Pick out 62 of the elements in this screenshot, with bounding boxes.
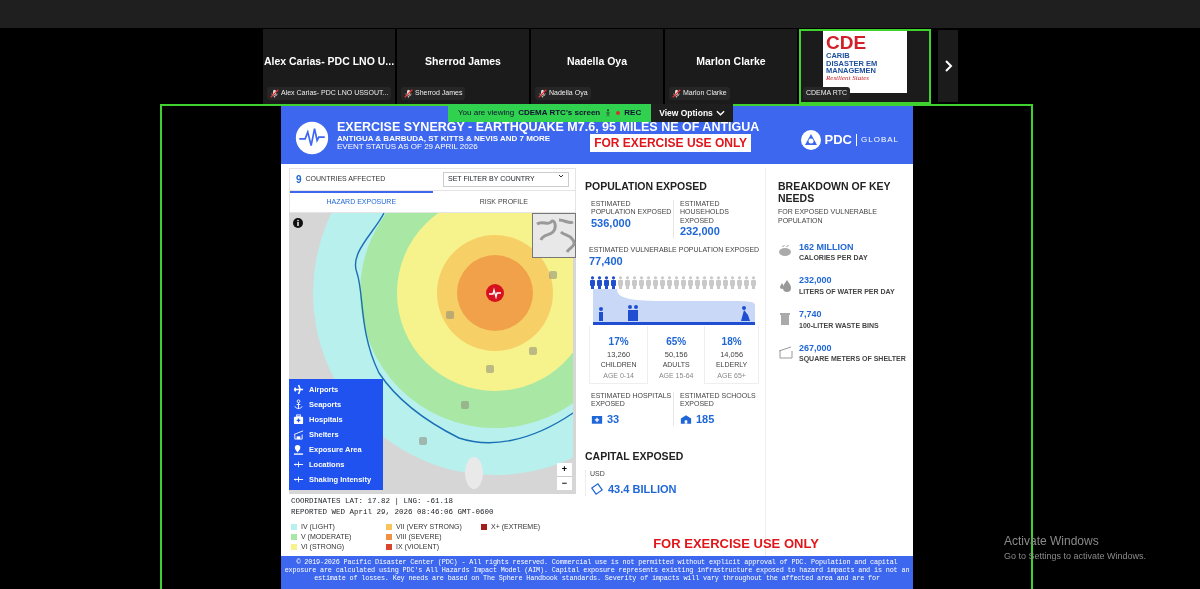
brand-subtitle: GLOBAL — [861, 134, 899, 146]
facility-marker-icon[interactable] — [446, 311, 454, 319]
need-value: 162 MILLION — [799, 240, 855, 254]
crosshair-icon — [293, 474, 304, 485]
event-status: EVENT STATUS AS OF 29 APRIL 2026 — [337, 143, 479, 153]
brand-name: PDC — [824, 131, 852, 150]
chevron-right-icon — [943, 60, 953, 72]
shelter-icon — [778, 344, 793, 360]
crosshair-icon — [293, 459, 304, 470]
section-title: BREAKDOWN OF KEY NEEDS — [778, 180, 892, 205]
person-icon — [604, 107, 613, 119]
section-title: CAPITAL EXPOSED — [585, 449, 685, 463]
map-pin-icon — [293, 444, 304, 455]
info-icon[interactable] — [293, 218, 303, 228]
countries-count: 9 — [296, 173, 302, 187]
school-icon — [680, 413, 692, 426]
age-percent: 65% — [665, 335, 688, 349]
need-value: 232,000 — [799, 274, 833, 288]
shelter-icon — [293, 429, 304, 440]
anchor-icon — [293, 399, 304, 410]
logo-text: CDE — [826, 33, 868, 52]
participant-name: Marlon Clarke — [696, 54, 766, 70]
caret-icon — [715, 110, 725, 116]
banner-text: You are viewing — [458, 107, 515, 119]
triangle-logo-icon — [800, 130, 821, 150]
affected-countries: ANTIGUA & BARBUDA, ST KITTS & NEVIS AND 7 MORE — [337, 134, 551, 143]
trash-bin-icon — [778, 311, 793, 327]
airplane-icon — [293, 384, 304, 395]
facility-marker-icon[interactable] — [419, 437, 427, 445]
need-value: 7,740 — [799, 308, 823, 321]
stat-value: 77,400 — [589, 254, 624, 268]
facility-marker-icon[interactable] — [549, 271, 557, 279]
medical-kit-icon — [293, 414, 304, 425]
need-value: 267,000 — [799, 341, 833, 355]
hospital-icon — [591, 413, 603, 426]
shared-screen-owner: CDEMA RTC's screen — [518, 107, 601, 119]
stat-value: 33 — [607, 412, 620, 426]
stat-value: 185 — [696, 412, 715, 426]
stat-value: 232,000 — [680, 225, 721, 239]
island-drawing — [465, 457, 483, 489]
capital-value: 43.4 BILLION — [608, 482, 677, 496]
minimap[interactable] — [532, 213, 576, 258]
event-title: EXERCISE SYNERGY - EARTHQUAKE M7.6, 95 MILES NE OF ANTIGUA — [337, 121, 761, 134]
recording-indicator: REC — [616, 107, 642, 119]
stat-value: 536,000 — [591, 216, 632, 231]
facility-marker-icon[interactable] — [486, 365, 494, 373]
view-options-button[interactable]: View Options — [651, 104, 733, 122]
participant-name: Nadella Oya — [566, 54, 628, 70]
age-percent: 17% — [607, 335, 630, 349]
next-page-button[interactable] — [938, 30, 958, 102]
participant-name: Sherrod James — [425, 54, 501, 70]
caret-icon — [558, 174, 564, 179]
epicenter-marker-icon[interactable] — [486, 284, 504, 302]
facility-marker-icon[interactable] — [461, 401, 469, 409]
seismic-wave-icon — [295, 121, 329, 155]
age-percent: 18% — [720, 335, 743, 349]
section-title: POPULATION EXPOSED — [585, 180, 708, 193]
exercise-notice: FOR EXERCISE USE ONLY — [653, 535, 819, 553]
facility-marker-icon[interactable] — [529, 347, 537, 355]
participant-name: Alex Carias- PDC LNO U... — [263, 54, 395, 70]
money-icon — [590, 482, 604, 497]
exercise-notice: FOR EXERCISE USE ONLY — [590, 134, 752, 153]
